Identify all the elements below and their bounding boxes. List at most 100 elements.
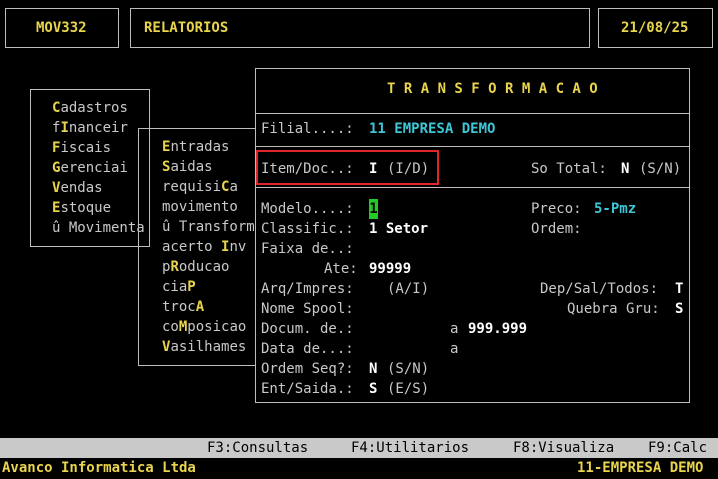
item-doc-highlight	[256, 150, 439, 185]
ordem-seq-hint: (S/N)	[387, 361, 430, 377]
sub-menu-item-text: acerto	[162, 239, 222, 255]
ate-value[interactable]: 99999	[369, 259, 411, 279]
classific-label: Classific.:	[261, 221, 354, 237]
sub-menu-item-text: troc	[162, 299, 196, 315]
sub-menu-item-hotkey: R	[170, 259, 179, 275]
ordem-seq-label: Ordem Seq?:	[261, 361, 354, 377]
ordem-label: Ordem:	[531, 221, 582, 237]
company-name: Avanco Informatica Ltda	[2, 460, 196, 476]
f3-consultas[interactable]: F3:Consultas	[207, 438, 308, 458]
docum-a: a	[450, 321, 459, 337]
divider	[256, 146, 689, 147]
main-menu-item-text: nanceir	[68, 120, 128, 136]
sub-menu-item-hotkey: P	[187, 279, 196, 295]
main-menu: Cadastros fInanceir Fiscais Gerenciai Vendas…	[30, 89, 150, 247]
sub-menu-item[interactable]: trocA	[162, 297, 255, 317]
sub-menu-item-text: co	[162, 319, 179, 335]
current-date: 21/08/25	[621, 20, 689, 36]
so-total-field[interactable]: N	[621, 159, 629, 179]
sub-menu-item-text: movimento	[162, 199, 238, 215]
arq-impres-hint: (A/I)	[387, 281, 430, 297]
sub-menu-item-text: ntradas	[170, 139, 230, 155]
f4-utilitarios[interactable]: F4:Utilitarios	[351, 438, 469, 458]
sub-menu-item-text: requisi	[162, 179, 222, 195]
main-menu-item[interactable]: û Movimenta	[52, 218, 145, 238]
sub-menu-item-text: a	[229, 179, 238, 195]
module-title: RELATORIOS	[144, 20, 229, 36]
sub-menu-item[interactable]: pRoducao	[162, 257, 255, 277]
sub-menu-item-text: û	[162, 219, 179, 235]
module-title-box: RELATORIOS	[130, 8, 590, 48]
ent-saida-hint: (E/S)	[387, 381, 430, 397]
program-code-box: MOV332	[5, 8, 119, 48]
main-menu-item[interactable]: fInanceir	[52, 118, 145, 138]
status-bar: Avanco Informatica Ltda 11-EMPRESA DEMO	[0, 458, 718, 479]
modelo-value[interactable]: 1	[369, 199, 378, 219]
main-menu-item[interactable]: Fiscais	[52, 138, 145, 158]
date-box: 21/08/25	[598, 8, 713, 48]
filial-label: Filial....:	[261, 121, 354, 137]
ent-saida-value[interactable]: S	[369, 379, 377, 399]
divider	[256, 187, 689, 188]
preco-value[interactable]: 5-Pmz	[594, 199, 636, 219]
arq-impres-label: Arq/Impres:	[261, 281, 354, 297]
branch-name: 11-EMPRESA DEMO	[577, 460, 704, 476]
main-menu-item[interactable]: Estoque	[52, 198, 145, 218]
main-menu-item-text: adastros	[60, 100, 128, 116]
modelo-field[interactable]: 1	[369, 199, 378, 219]
sub-menu-item[interactable]: Entradas	[162, 137, 255, 157]
dep-sal-value[interactable]: T	[675, 279, 683, 299]
dialog-title: T R A N S F O R M A C A O	[387, 81, 598, 97]
filial-value[interactable]: 11 EMPRESA DEMO	[369, 119, 495, 139]
sub-menu-item[interactable]: coMposicao	[162, 317, 255, 337]
main-menu-item-text: Movimenta	[68, 220, 145, 236]
sub-menu-item[interactable]: Vasilhames	[162, 337, 255, 357]
docum-label: Docum. de.:	[261, 321, 354, 337]
sub-menu-item[interactable]: û Transform	[162, 217, 255, 237]
sub-menu-item[interactable]: movimento	[162, 197, 255, 217]
so-total-label: So Total:	[531, 161, 607, 177]
so-total-hint: (S/N)	[639, 161, 682, 177]
classific-value[interactable]: 1 Setor	[369, 219, 428, 239]
sub-menu-item-text: oducao	[178, 259, 230, 275]
dep-sal-label: Dep/Sal/Todos:	[540, 281, 659, 297]
sub-menu-item-text: cia	[162, 279, 188, 295]
faixa-label: Faixa de..:	[261, 241, 354, 257]
quebra-gru-value[interactable]: S	[675, 299, 683, 319]
nome-spool-label: Nome Spool:	[261, 301, 354, 317]
ordem-seq-value[interactable]: N	[369, 359, 377, 379]
docum-value[interactable]: 999.999	[468, 319, 527, 339]
main-menu-item-text: endas	[60, 180, 103, 196]
preco-label: Preco:	[531, 201, 582, 217]
sub-menu-list: Entradas Saidas requisiCa movimento û Transf…	[162, 137, 255, 357]
sub-menu-item-hotkey: A	[195, 299, 205, 315]
main-menu-item[interactable]: Gerenciai	[52, 158, 145, 178]
main-menu-item[interactable]: Vendas	[52, 178, 145, 198]
sub-menu-item[interactable]: Saidas	[162, 157, 255, 177]
f8-visualiza[interactable]: F8:Visualiza	[513, 438, 614, 458]
sub-menu-item[interactable]: requisiCa	[162, 177, 255, 197]
function-key-bar: F3:Consultas F4:Utilitarios F8:Visualiza…	[0, 438, 718, 458]
main-menu-item-text: iscais	[60, 140, 112, 156]
data-label: Data de...:	[261, 341, 354, 357]
divider	[256, 113, 689, 114]
sub-menu-item-text: nv	[229, 239, 247, 255]
sub-menu-item[interactable]: acerto Inv	[162, 237, 255, 257]
data-a: a	[450, 341, 459, 357]
sub-menu-item-text: posicao	[187, 319, 247, 335]
main-menu-item-hotkey: I	[60, 120, 69, 136]
sub-menu-item[interactable]: ciaP	[162, 277, 255, 297]
main-menu-item-text: stoque	[60, 200, 112, 216]
ent-saida-label: Ent/Saida.:	[261, 381, 354, 397]
program-code: MOV332	[36, 20, 87, 36]
quebra-gru-label: Quebra Gru:	[567, 301, 660, 317]
sub-menu-item-text: aidas	[170, 159, 213, 175]
ate-label: Ate:	[324, 261, 358, 277]
transformacao-dialog: T R A N S F O R M A C A O Filial....: 11…	[255, 68, 690, 403]
main-menu-list: Cadastros fInanceir Fiscais Gerenciai Vendas…	[52, 98, 145, 238]
main-menu-item[interactable]: Cadastros	[52, 98, 145, 118]
f9-calc[interactable]: F9:Calc	[648, 438, 707, 458]
main-menu-item-text: erenciai	[60, 160, 128, 176]
main-menu-item-text: û	[52, 220, 69, 236]
modelo-label: Modelo....:	[261, 201, 354, 217]
